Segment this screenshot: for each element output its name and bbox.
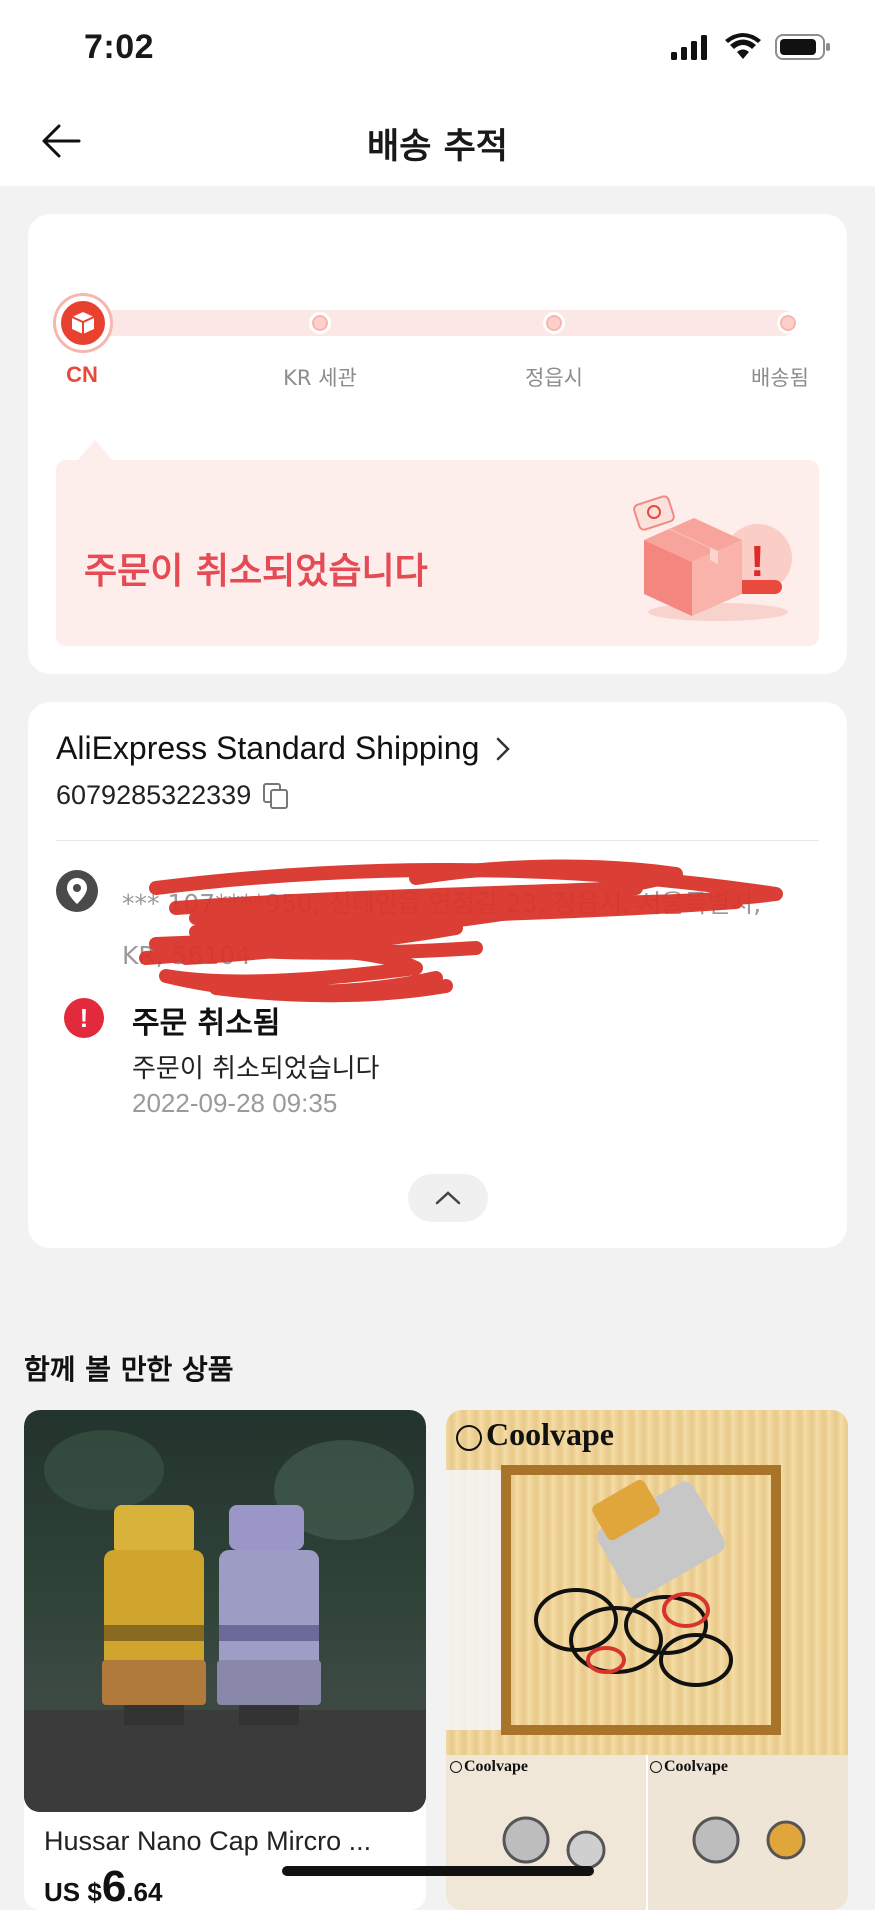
product-price: US $6.64 — [44, 1862, 162, 1910]
tank-atomizers-image — [24, 1430, 426, 1812]
location-pin-icon — [56, 870, 98, 912]
tracking-number: 6079285322339 — [56, 780, 252, 810]
step-delivered-dot — [777, 312, 799, 334]
step-jeongeup-dot — [543, 312, 565, 334]
status-icons — [671, 32, 831, 62]
recommend-title: 함께 볼 만한 상품 — [24, 1353, 234, 1386]
carrier-name: AliExpress Standard Shipping — [56, 730, 480, 766]
alert-icon: ! — [64, 998, 104, 1038]
step-label-cn: CN — [66, 362, 98, 387]
cancel-banner: 주문이 취소되었습니다 ! — [56, 460, 819, 646]
brand-logo: Coolvape — [450, 1758, 528, 1776]
carrier-link[interactable]: AliExpress Standard Shipping — [56, 730, 511, 767]
progress-track — [80, 310, 796, 336]
product-image[interactable] — [24, 1410, 426, 1812]
price-decimal: .64 — [126, 1877, 163, 1907]
brand-logo: Coolvape — [456, 1416, 614, 1453]
step-label-delivered: 배송됨 — [751, 366, 809, 390]
product-card[interactable]: Coolvape Coolvape Coolvape — [446, 1410, 848, 1910]
wifi-icon — [725, 33, 761, 59]
cancel-banner-text: 주문이 취소되었습니다 — [84, 551, 428, 592]
tracking-progress-card: CN KR 세관 정읍시 배송됨 주문이 취소되었습니다 ! — [28, 214, 847, 674]
collapse-button[interactable] — [408, 1174, 488, 1222]
svg-text:!: ! — [750, 537, 765, 586]
status-time: 7:02 — [84, 28, 155, 66]
cancelled-box-illustration: ! — [633, 495, 792, 621]
step-kr-customs-dot — [309, 312, 331, 334]
price-currency: US $ — [44, 1877, 102, 1907]
battery-icon — [775, 34, 830, 60]
event-description: 주문이 취소되었습니다 — [132, 1054, 380, 1084]
copy-icon[interactable] — [261, 781, 291, 811]
product-card[interactable]: Hussar Nano Cap Mircro ... US $6.64 — [24, 1410, 426, 1910]
event-time: 2022-09-28 09:35 — [132, 1088, 338, 1118]
status-bar: 7:02 — [0, 0, 875, 96]
chevron-right-icon — [497, 737, 511, 760]
header: 배송 추적 — [0, 96, 875, 186]
event-title: 주문 취소됨 — [132, 1006, 281, 1041]
page-title: 배송 추적 — [367, 127, 508, 167]
product-name: Hussar Nano Cap Mircro ... — [44, 1826, 372, 1856]
step-cn-indicator — [56, 296, 110, 350]
banner-pointer — [78, 440, 112, 460]
divider — [56, 840, 819, 841]
tracking-number-row: 6079285322339 — [56, 780, 291, 811]
redaction-scribble — [139, 859, 783, 1003]
step-label-kr-customs: KR 세관 — [283, 366, 357, 390]
coolvape-kit-image — [446, 1465, 848, 1910]
step-label-jeongeup: 정읍시 — [525, 366, 583, 390]
home-indicator[interactable] — [282, 1866, 594, 1876]
cellular-signal-icon — [671, 35, 707, 60]
product-image[interactable]: Coolvape Coolvape Coolvape — [446, 1410, 848, 1910]
price-integer: 6 — [101, 1862, 127, 1910]
brand-logo: Coolvape — [650, 1758, 728, 1776]
shipping-info-card: AliExpress Standard Shipping 60792853223… — [28, 702, 847, 1248]
chevron-up-icon — [435, 1191, 461, 1205]
package-icon — [71, 312, 95, 334]
